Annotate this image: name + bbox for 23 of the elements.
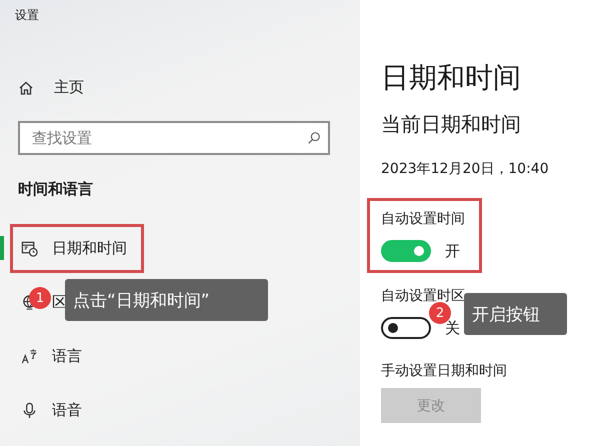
sidebar-item[interactable]: 日期和时间: [10, 224, 144, 272]
current-datetime: 2023年12月20日，10:40: [381, 160, 549, 178]
search-icon: [307, 131, 321, 145]
setting-label: 手动设置日期和时间: [381, 362, 507, 380]
microphone-icon: [21, 402, 38, 418]
toggle-state: 开: [445, 242, 460, 260]
section-heading: 当前日期和时间: [381, 111, 521, 138]
callout-tooltip: 点击“日期和时间”: [65, 279, 268, 321]
calendar-clock-icon: [21, 240, 38, 256]
language-icon: [21, 348, 38, 364]
setting-label: 自动设置时间: [381, 210, 465, 228]
toggle-switch[interactable]: [381, 240, 431, 262]
window-title: 设置: [15, 8, 39, 22]
setting-label: 自动设置时区: [381, 287, 465, 305]
callout-tooltip: 开启按钮: [464, 293, 567, 335]
search-field[interactable]: 查找设置: [18, 121, 330, 155]
sidebar-item[interactable]: 语音: [10, 386, 99, 434]
page-title: 日期和时间: [381, 60, 521, 96]
home-link[interactable]: 主页: [18, 78, 84, 97]
toggle-switch[interactable]: [381, 317, 431, 339]
section-heading: 时间和语言: [18, 180, 93, 199]
home-icon: [18, 80, 34, 96]
sidebar-item[interactable]: 语言: [10, 332, 99, 380]
